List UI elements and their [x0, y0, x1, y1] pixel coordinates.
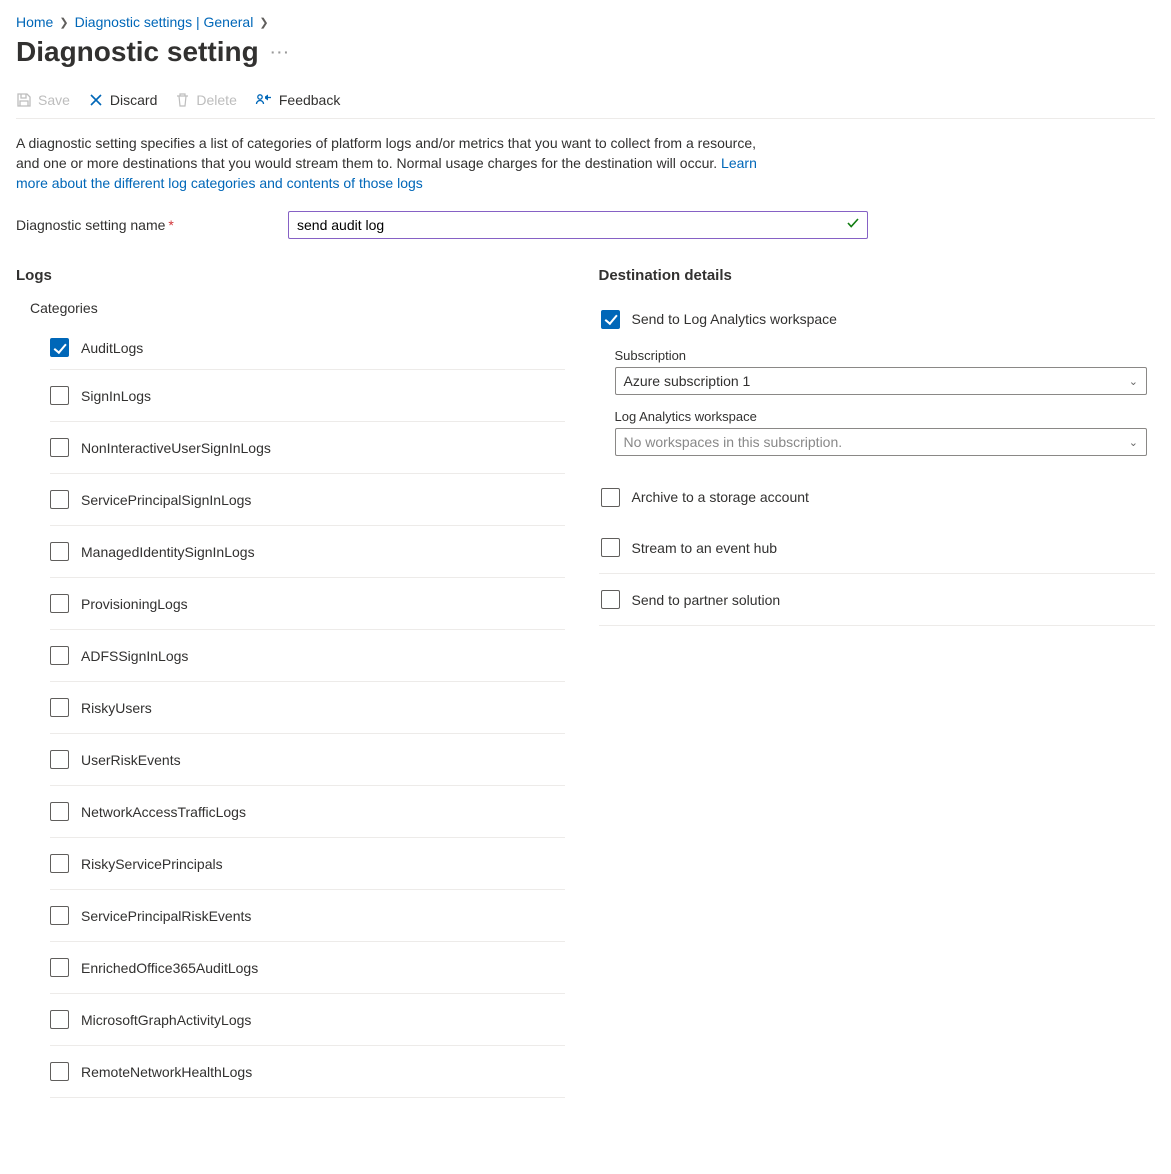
log-category-checkbox[interactable] [50, 750, 69, 769]
log-category-checkbox[interactable] [50, 338, 69, 357]
feedback-button[interactable]: Feedback [255, 92, 340, 108]
log-category-label: RiskyServicePrincipals [81, 856, 223, 872]
log-category-label: ServicePrincipalRiskEvents [81, 908, 251, 924]
dest-option-label: Stream to an event hub [632, 540, 778, 556]
log-category-label: ManagedIdentitySignInLogs [81, 544, 255, 560]
log-category-row: RemoteNetworkHealthLogs [50, 1046, 565, 1098]
chevron-down-icon: ⌄ [1129, 375, 1138, 388]
page-title: Diagnostic setting [16, 36, 259, 68]
log-category-checkbox[interactable] [50, 542, 69, 561]
breadcrumb-home[interactable]: Home [16, 14, 53, 30]
log-category-row: ManagedIdentitySignInLogs [50, 526, 565, 578]
dest-option-row: Archive to a storage account [599, 482, 1156, 512]
subscription-label: Subscription [615, 348, 1152, 363]
more-actions-icon[interactable]: ··· [271, 44, 291, 60]
dest-option-checkbox[interactable] [601, 538, 620, 557]
breadcrumb-parent[interactable]: Diagnostic settings | General [75, 14, 254, 30]
log-category-label: RemoteNetworkHealthLogs [81, 1064, 252, 1080]
feedback-icon [255, 92, 273, 108]
discard-label: Discard [110, 92, 157, 108]
log-category-checkbox[interactable] [50, 1010, 69, 1029]
log-category-checkbox[interactable] [50, 594, 69, 613]
log-category-checkbox[interactable] [50, 698, 69, 717]
log-category-row: AuditLogs [50, 326, 565, 370]
log-category-checkbox[interactable] [50, 386, 69, 405]
log-category-label: ProvisioningLogs [81, 596, 188, 612]
checkmark-icon [846, 216, 860, 230]
log-category-row: ProvisioningLogs [50, 578, 565, 630]
log-category-row: ADFSSignInLogs [50, 630, 565, 682]
dest-option-label: Send to partner solution [632, 592, 781, 608]
log-category-label: ADFSSignInLogs [81, 648, 188, 664]
delete-label: Delete [196, 92, 236, 108]
setting-name-label: Diagnostic setting name* [16, 217, 284, 233]
log-category-label: SignInLogs [81, 388, 151, 404]
logs-section: Logs Categories AuditLogs SignInLogs NonIn… [16, 267, 573, 1098]
log-category-label: NonInteractiveUserSignInLogs [81, 440, 271, 456]
log-category-label: EnrichedOffice365AuditLogs [81, 960, 258, 976]
dest-loganalytics-label: Send to Log Analytics workspace [632, 311, 837, 327]
discard-button[interactable]: Discard [88, 92, 157, 108]
log-category-row: MicrosoftGraphActivityLogs [50, 994, 565, 1046]
log-category-checkbox[interactable] [50, 854, 69, 873]
dest-loganalytics-checkbox[interactable] [601, 310, 620, 329]
log-category-checkbox[interactable] [50, 490, 69, 509]
log-category-label: ServicePrincipalSignInLogs [81, 492, 251, 508]
log-category-row: SignInLogs [50, 370, 565, 422]
log-category-row: ServicePrincipalSignInLogs [50, 474, 565, 526]
breadcrumb: Home ❯ Diagnostic settings | General ❯ [16, 14, 1155, 30]
save-label: Save [38, 92, 70, 108]
log-category-row: ServicePrincipalRiskEvents [50, 890, 565, 942]
chevron-right-icon: ❯ [59, 16, 68, 29]
workspace-select[interactable]: No workspaces in this subscription. ⌄ [615, 428, 1148, 456]
log-category-checkbox[interactable] [50, 906, 69, 925]
toolbar: Save Discard Delete Feedback [16, 86, 1155, 119]
log-category-label: RiskyUsers [81, 700, 152, 716]
log-category-checkbox[interactable] [50, 958, 69, 977]
log-category-row: NetworkAccessTrafficLogs [50, 786, 565, 838]
dest-option-row: Stream to an event hub [599, 522, 1156, 574]
intro-text: A diagnostic setting specifies a list of… [16, 133, 776, 193]
log-category-row: RiskyServicePrincipals [50, 838, 565, 890]
dest-option-label: Archive to a storage account [632, 489, 809, 505]
log-category-label: UserRiskEvents [81, 752, 181, 768]
log-category-row: RiskyUsers [50, 682, 565, 734]
log-category-checkbox[interactable] [50, 802, 69, 821]
trash-icon [175, 92, 190, 108]
categories-heading: Categories [30, 300, 573, 316]
log-category-row: NonInteractiveUserSignInLogs [50, 422, 565, 474]
log-category-label: AuditLogs [81, 340, 143, 356]
log-category-label: NetworkAccessTrafficLogs [81, 804, 246, 820]
chevron-right-icon: ❯ [259, 16, 268, 29]
logs-heading: Logs [16, 267, 573, 284]
close-icon [88, 92, 104, 108]
delete-button[interactable]: Delete [175, 92, 236, 108]
save-button[interactable]: Save [16, 92, 70, 108]
destination-section: Destination details Send to Log Analytic… [599, 267, 1156, 626]
feedback-label: Feedback [279, 92, 340, 108]
dest-option-checkbox[interactable] [601, 590, 620, 609]
workspace-label: Log Analytics workspace [615, 409, 1152, 424]
log-category-checkbox[interactable] [50, 646, 69, 665]
log-category-label: MicrosoftGraphActivityLogs [81, 1012, 251, 1028]
setting-name-input[interactable] [288, 211, 868, 239]
log-category-row: UserRiskEvents [50, 734, 565, 786]
log-category-row: EnrichedOffice365AuditLogs [50, 942, 565, 994]
destination-heading: Destination details [599, 267, 1156, 284]
subscription-select[interactable]: Azure subscription 1 ⌄ [615, 367, 1148, 395]
dest-option-row: Send to partner solution [599, 574, 1156, 626]
log-category-checkbox[interactable] [50, 1062, 69, 1081]
chevron-down-icon: ⌄ [1129, 436, 1138, 449]
dest-option-checkbox[interactable] [601, 488, 620, 507]
log-category-checkbox[interactable] [50, 438, 69, 457]
save-icon [16, 92, 32, 108]
